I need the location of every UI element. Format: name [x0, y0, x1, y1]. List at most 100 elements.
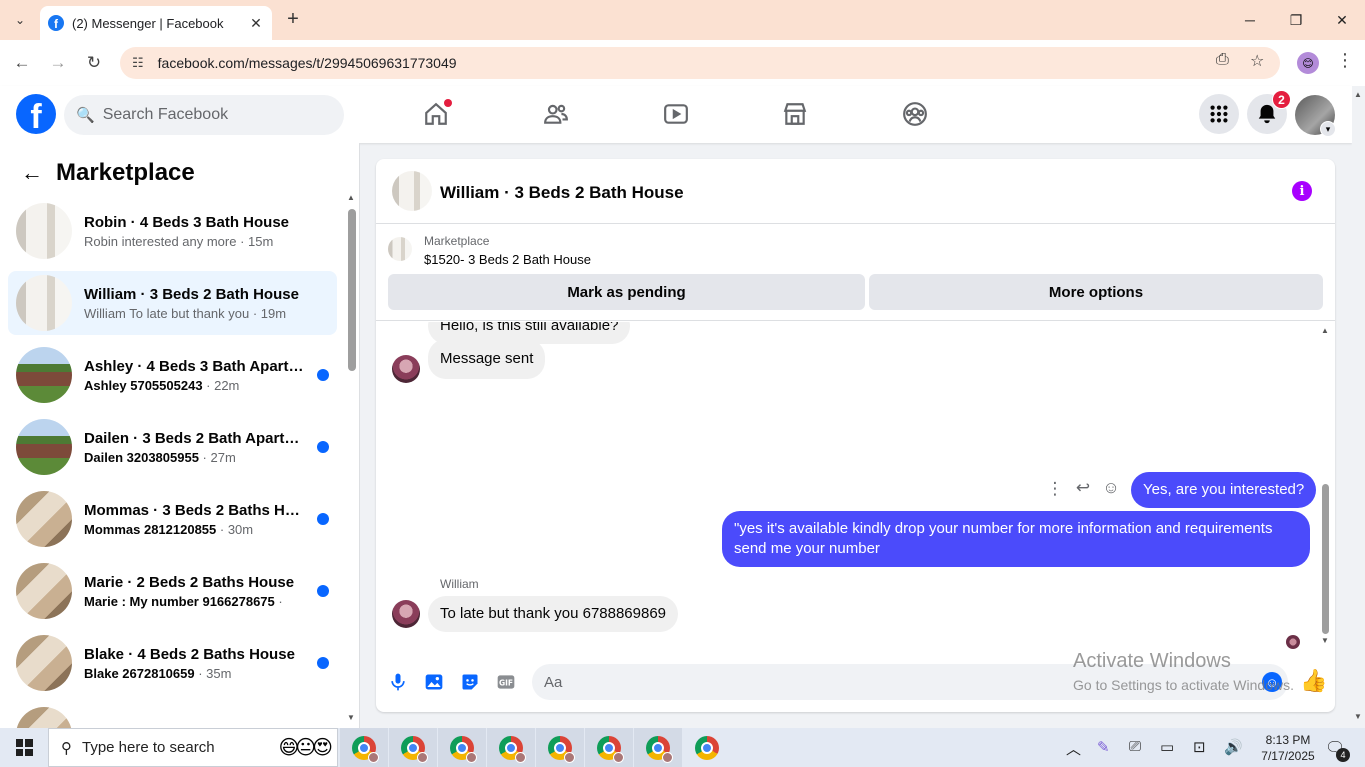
taskbar-chrome-app[interactable] [389, 728, 437, 767]
page-scrollbar[interactable]: ▲ ▼ [1352, 86, 1365, 728]
address-bar[interactable]: ☷ facebook.com/messages/t/29945069631773… [120, 47, 1280, 79]
scroll-up-arrow-icon[interactable]: ▲ [347, 193, 355, 202]
back-button[interactable]: ← [9, 50, 35, 76]
restore-button[interactable]: ❐ [1273, 0, 1319, 40]
listing-price-title[interactable]: $1520- 3 Beds 2 Bath House [424, 252, 591, 267]
taskbar-chrome-app[interactable] [536, 728, 584, 767]
scroll-down-arrow-icon[interactable]: ▼ [347, 713, 355, 722]
taskbar-chrome-app[interactable] [438, 728, 486, 767]
sender-avatar[interactable] [392, 355, 420, 383]
conversation-preview-text: Ashley 5705505243 [84, 377, 203, 393]
network-icon[interactable]: ⊡ [1193, 738, 1206, 756]
notifications-badge: 2 [1272, 90, 1291, 109]
tab-close-icon[interactable]: ✕ [248, 15, 264, 32]
emoji-icon[interactable]: ☺ [1262, 672, 1282, 692]
chrome-icon [401, 735, 428, 763]
listing-thumbnail[interactable] [388, 237, 412, 261]
scrollbar-thumb[interactable] [348, 209, 356, 371]
conversation-preview-text: Blake 2672810659 [84, 665, 195, 681]
pen-icon[interactable]: ✎ [1097, 738, 1110, 756]
nav-groups-icon[interactable] [895, 98, 935, 130]
chrome-icon [695, 735, 719, 760]
chrome-icon [646, 735, 673, 763]
volume-icon[interactable]: 🔊 [1224, 738, 1243, 756]
taskbar-clock[interactable]: 8:13 PM 7/17/2025 [1248, 732, 1328, 764]
back-arrow-icon[interactable]: ← [16, 157, 48, 189]
meet-now-icon[interactable]: ⎚ [1129, 738, 1141, 755]
menu-grid-button[interactable] [1199, 94, 1239, 134]
search-placeholder: Search Facebook [102, 106, 229, 123]
conversation-item[interactable]: William · 3 Beds 2 Bath House William To … [8, 271, 337, 335]
voice-clip-icon[interactable] [384, 668, 412, 696]
close-window-button[interactable]: ✕ [1319, 0, 1365, 40]
tab-search-button[interactable]: ⌄ [8, 8, 32, 32]
info-icon[interactable]: i [1292, 181, 1312, 201]
browser-menu-icon[interactable]: ⋮ [1336, 50, 1354, 71]
battery-icon[interactable]: ▭ [1160, 738, 1174, 756]
conversation-preview: William To late but thank you · 19m [84, 306, 304, 321]
message-input[interactable]: Aa [532, 664, 1288, 700]
conversation-item[interactable]: Robin · 4 Beds 3 Bath House Robin interes… [8, 199, 337, 263]
conversation-name: Marie · 2 Beds 2 Baths House [84, 573, 295, 591]
browser-tab-messenger[interactable]: f (2) Messenger | Facebook ✕ [40, 6, 272, 40]
facebook-logo-icon[interactable]: f [16, 94, 56, 134]
show-hidden-icons-chevron-icon[interactable]: ︿ [1066, 738, 1081, 759]
sticker-icon[interactable] [456, 668, 484, 696]
conversation-item[interactable]: Ashley · 4 Beds 3 Bath Apartm... Ashley 5… [8, 343, 337, 407]
unread-dot [317, 369, 329, 381]
thumbs-up-icon[interactable]: 👍 [1300, 668, 1327, 694]
bookmark-star-icon[interactable]: ☆ [1250, 51, 1264, 71]
react-smiley-icon[interactable]: ☺ [1099, 478, 1123, 498]
taskbar-chrome-app[interactable] [683, 728, 731, 767]
message-thread-scrollbar[interactable]: ▲ ▼ [1320, 326, 1330, 646]
scroll-up-arrow-icon[interactable]: ▲ [1354, 90, 1362, 99]
start-button[interactable] [0, 728, 48, 767]
install-app-icon[interactable]: ⎙ [1216, 51, 1229, 69]
reload-button[interactable]: ↻ [81, 50, 107, 76]
taskbar-chrome-app[interactable] [585, 728, 633, 767]
reply-icon[interactable]: ↩ [1071, 478, 1095, 498]
more-options-button[interactable]: More options [869, 274, 1323, 310]
minimize-button[interactable]: ─ [1227, 0, 1273, 40]
taskbar-chrome-app[interactable] [340, 728, 388, 767]
conversation-item[interactable]: Blake · 4 Beds 2 Baths House Blake 267281… [8, 631, 337, 695]
scroll-down-arrow-icon[interactable]: ▼ [1354, 712, 1362, 721]
conversation-item[interactable]: Mommas · 3 Beds 2 Baths Hou... Mommas 281… [8, 487, 337, 551]
nav-video-icon[interactable] [656, 98, 696, 130]
sender-avatar[interactable] [392, 600, 420, 628]
facebook-search-input[interactable]: 🔍 Search Facebook [64, 95, 344, 135]
message-bubble-outgoing: "yes it's available kindly drop your num… [722, 511, 1310, 567]
more-actions-icon[interactable]: ⋮ [1043, 479, 1067, 499]
conversation-thumbnail [16, 635, 72, 691]
taskbar-search-box[interactable]: ⚲ Type here to search 😄😐😍 [48, 728, 338, 767]
site-info-icon[interactable]: ☷ [132, 55, 144, 71]
chevron-down-icon[interactable]: ▾ [1320, 121, 1336, 137]
chat-title[interactable]: William · 3 Beds 2 Bath House [440, 183, 684, 203]
gif-icon[interactable]: GIF [492, 668, 520, 696]
conversation-item[interactable]: Marie · 2 Beds 2 Baths House Marie : My n… [8, 559, 337, 623]
nav-friends-icon[interactable] [536, 98, 576, 130]
taskbar-chrome-app[interactable] [634, 728, 682, 767]
unread-dot [317, 441, 329, 453]
new-tab-button[interactable]: + [282, 8, 304, 30]
taskbar-chrome-app[interactable] [487, 728, 535, 767]
conversation-list-scrollbar[interactable]: ▲ ▼ [347, 193, 356, 723]
mark-as-pending-button[interactable]: Mark as pending [388, 274, 865, 310]
forward-button[interactable]: → [45, 50, 71, 76]
listing-category: Marketplace [424, 234, 490, 248]
windows-taskbar: ⚲ Type here to search 😄😐😍 ︿ ✎ ⎚ ▭ ⊡ 🔊 8:… [0, 728, 1365, 767]
photo-attach-icon[interactable] [420, 668, 448, 696]
conversation-item[interactable]: Phillis · 4 Beds 3 Baths House [8, 703, 337, 728]
scroll-up-arrow-icon[interactable]: ▲ [1321, 326, 1329, 335]
nav-marketplace-icon[interactable] [775, 98, 815, 130]
conversation-item[interactable]: Dailen · 3 Beds 2 Bath Apartm... Dailen 3… [8, 415, 337, 479]
search-icon: ⚲ [61, 739, 72, 757]
chat-avatar[interactable] [392, 171, 432, 211]
search-highlight-emoji-icon: 😄😐😍 [278, 737, 333, 759]
facebook-header: f 🔍 Search Facebook 2 ▾ [0, 86, 1352, 143]
scrollbar-thumb[interactable] [1322, 484, 1329, 634]
scroll-down-arrow-icon[interactable]: ▼ [1321, 636, 1329, 645]
message-bubble-incoming: Message sent [428, 339, 546, 379]
profile-avatar-icon[interactable]: 😊 [1297, 52, 1319, 74]
panel-title: Marketplace [56, 159, 195, 186]
